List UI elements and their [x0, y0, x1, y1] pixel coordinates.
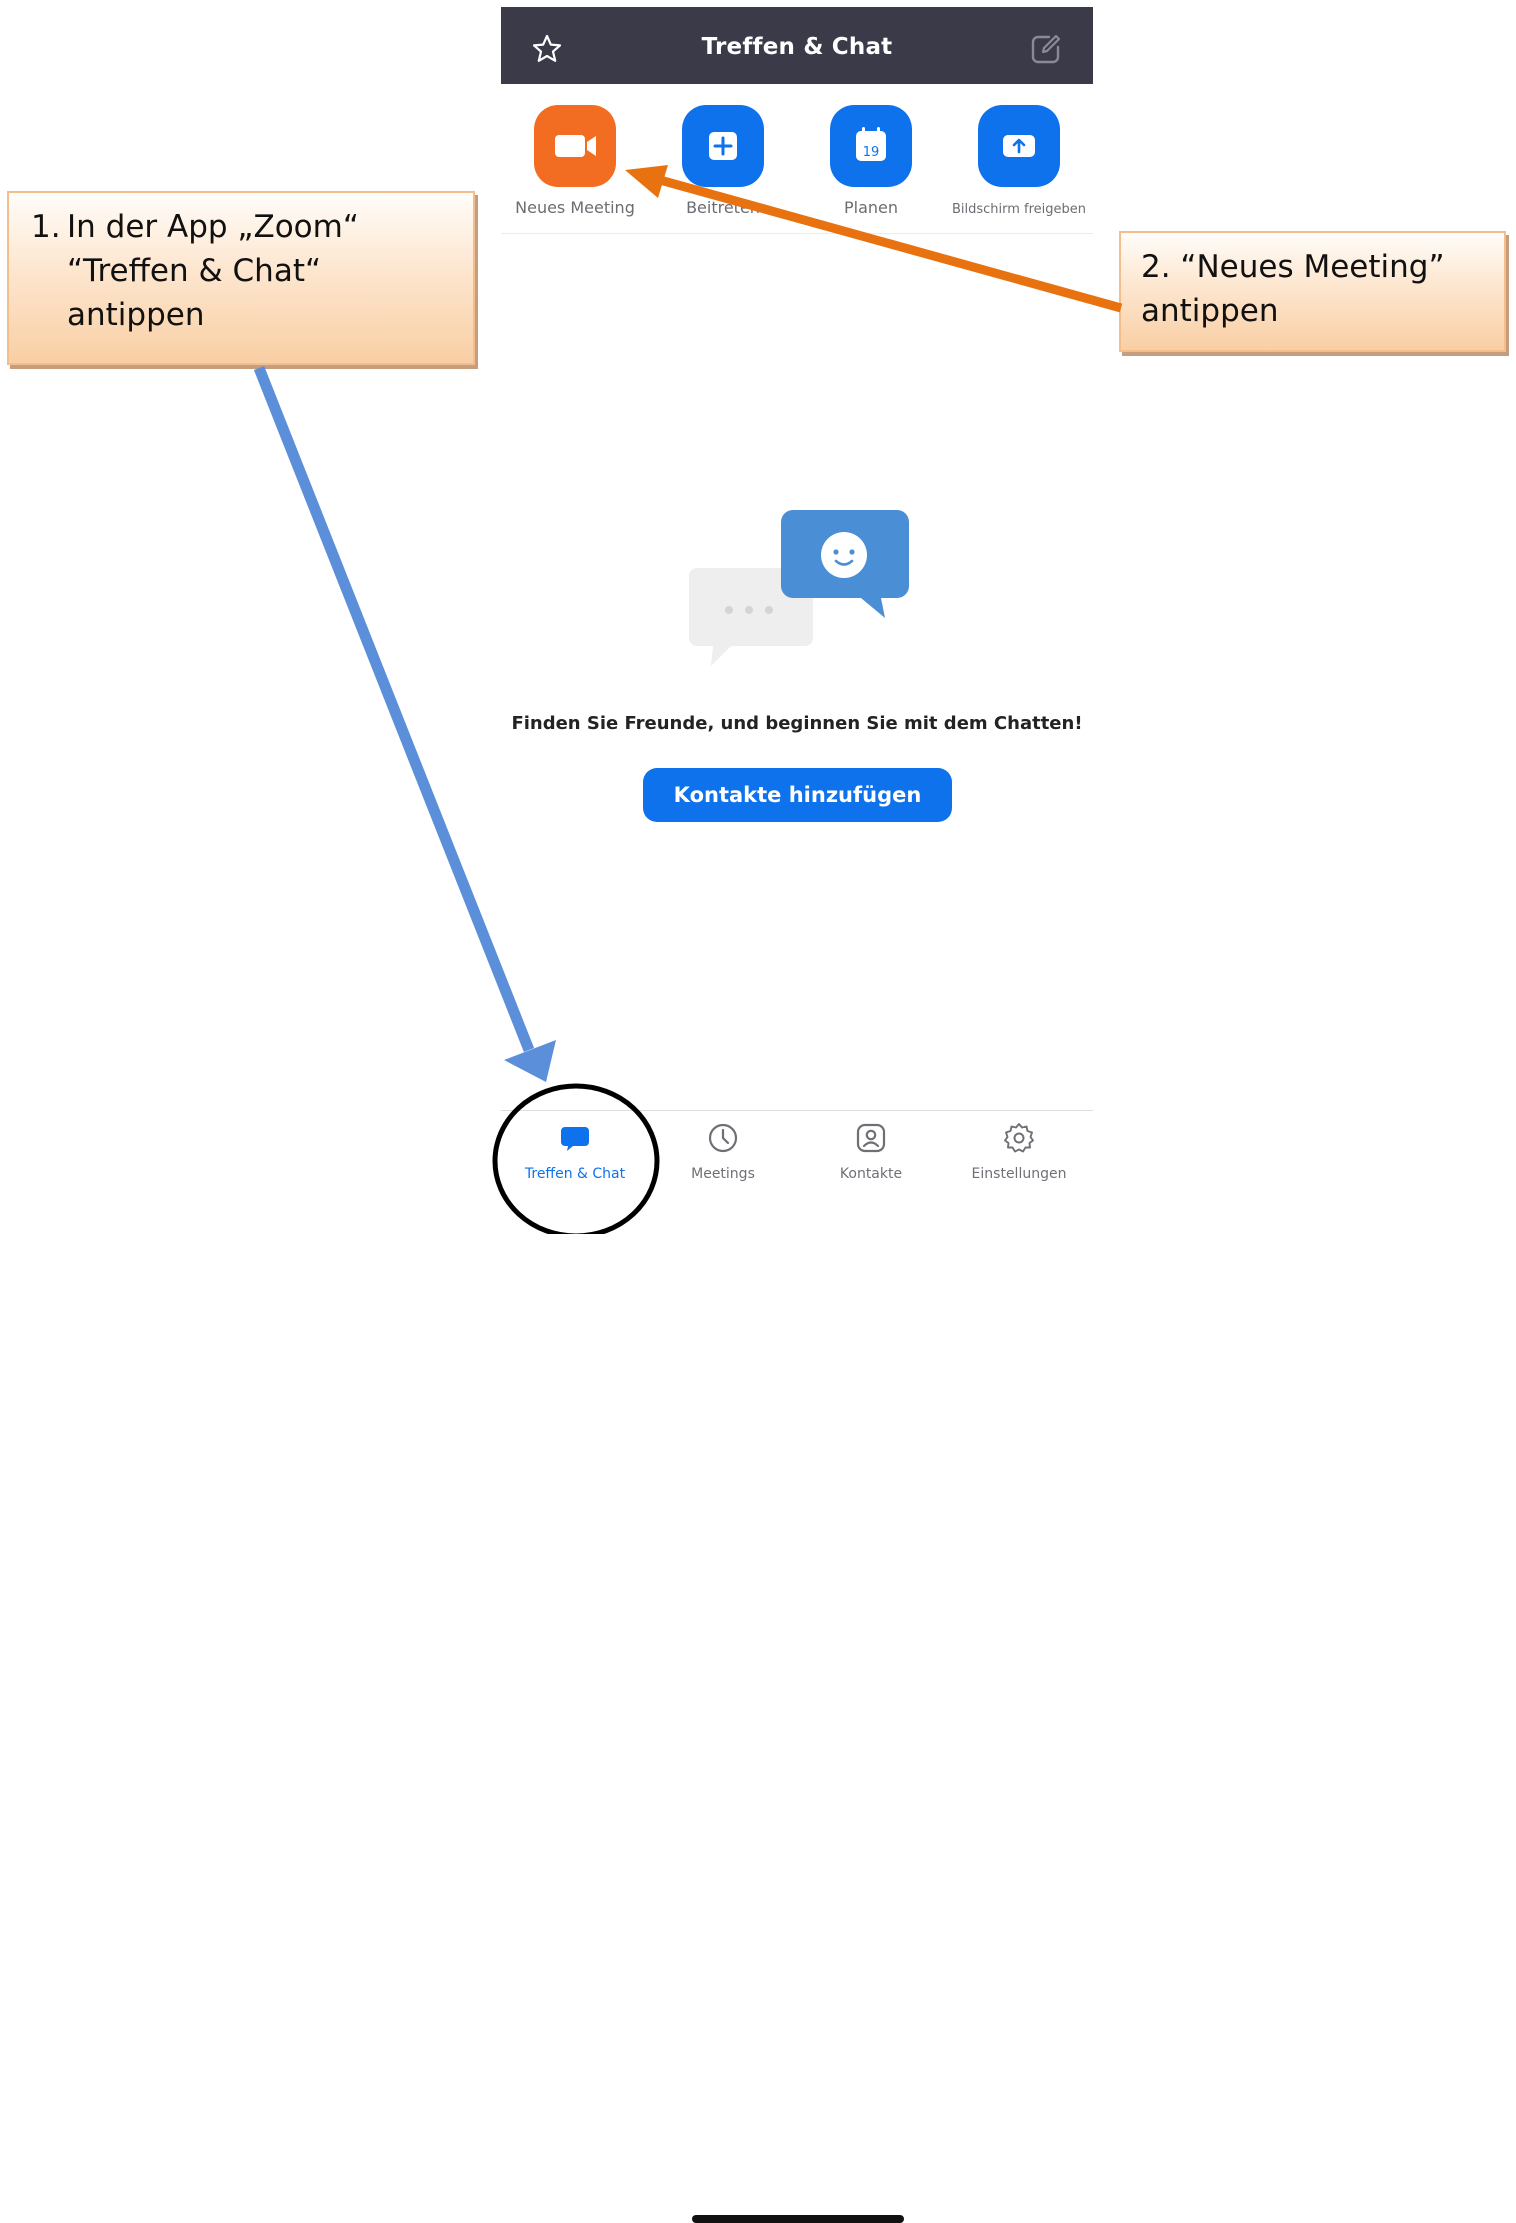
tab-meet-chat[interactable]: Treffen & Chat [501, 1121, 649, 1182]
step1-line: antippen [67, 297, 205, 333]
calendar-day: 19 [863, 145, 880, 160]
zoom-app-screen: Treffen & Chat Neues Meeting Beitreten 1… [501, 7, 1093, 2223]
calendar-icon: 19 [830, 105, 912, 187]
step2-line: antippen [1141, 293, 1279, 329]
join-button[interactable]: Beitreten [649, 103, 797, 217]
video-camera-icon [534, 105, 616, 187]
instruction-callout-step1: 1. In der App „Zoom“ “Treffen & Chat“ an… [7, 191, 475, 365]
top-bar: Treffen & Chat [501, 7, 1093, 84]
empty-state-message: Finden Sie Freunde, und beginnen Sie mit… [511, 713, 1083, 734]
new-meeting-button[interactable]: Neues Meeting [501, 103, 649, 217]
clock-icon [708, 1123, 738, 1153]
contact-icon [856, 1123, 886, 1153]
tab-settings-label: Einstellungen [971, 1166, 1067, 1182]
plus-icon [682, 105, 764, 187]
step1-number: 1. [31, 209, 61, 245]
tab-meetings-label: Meetings [691, 1166, 755, 1182]
chat-bubble-icon [561, 1127, 589, 1151]
action-buttons: Neues Meeting Beitreten 19 Planen Bildsc… [501, 103, 1093, 234]
tab-contacts-label: Kontakte [839, 1166, 903, 1182]
tab-contacts[interactable]: Kontakte [797, 1121, 945, 1182]
page-title: Treffen & Chat [701, 34, 893, 60]
compose-icon[interactable] [1029, 32, 1063, 66]
bottom-tab-bar: Treffen & Chat Meetings Kontakte Einstel… [501, 1110, 1093, 2223]
chat-illustration [689, 510, 909, 666]
step1-line: In der App „Zoom“ [67, 209, 359, 245]
tab-meet-chat-label: Treffen & Chat [524, 1166, 626, 1182]
share-screen-button[interactable]: Bildschirm freigeben [945, 103, 1093, 217]
tab-meetings[interactable]: Meetings [649, 1121, 797, 1182]
step2-line: 2. “Neues Meeting” [1141, 249, 1445, 285]
step1-line: “Treffen & Chat“ [67, 253, 322, 289]
schedule-button[interactable]: 19 Planen [797, 103, 945, 217]
new-meeting-label: Neues Meeting [515, 198, 635, 217]
gear-icon [1004, 1123, 1034, 1153]
join-label: Beitreten [686, 198, 760, 217]
add-contacts-button[interactable]: Kontakte hinzufügen [643, 768, 952, 822]
schedule-label: Planen [843, 198, 899, 217]
instruction-callout-step2: 2. “Neues Meeting” antippen [1119, 231, 1506, 352]
home-indicator [692, 2215, 904, 2223]
step1-text: In der App „Zoom“ “Treffen & Chat“ antip… [67, 205, 359, 337]
share-screen-icon [978, 105, 1060, 187]
tab-settings[interactable]: Einstellungen [945, 1121, 1093, 1182]
share-screen-label: Bildschirm freigeben [951, 202, 1087, 217]
